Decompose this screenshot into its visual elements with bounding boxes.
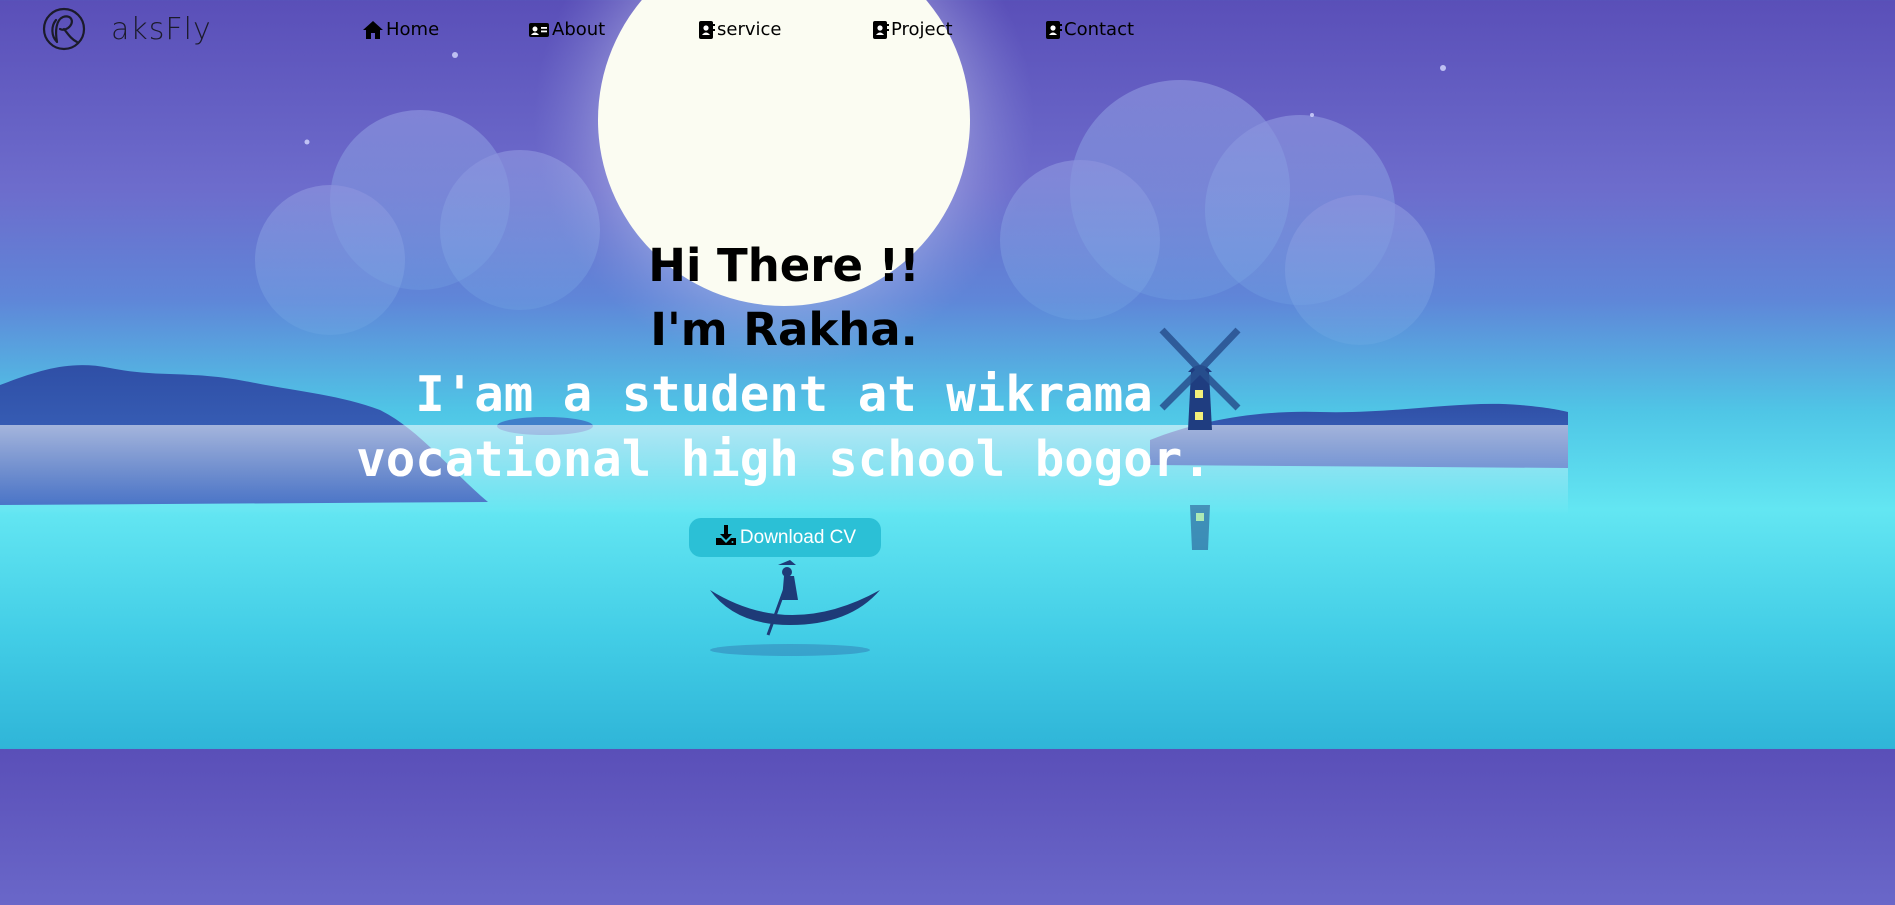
windmill-reflection: [1190, 505, 1210, 550]
nav-item-service[interactable]: service: [698, 19, 781, 40]
boat: [710, 560, 880, 636]
id-card-icon: [528, 21, 550, 39]
nav-item-contact[interactable]: Contact: [1045, 19, 1134, 40]
navbar: aksFly Home About service Project Contac…: [0, 0, 1568, 64]
download-cv-button[interactable]: Download CV: [689, 518, 881, 557]
nav-label-about: About: [552, 19, 606, 40]
nav-item-home[interactable]: Home: [362, 19, 439, 40]
contact-book-icon: [872, 20, 889, 40]
home-icon: [362, 20, 384, 40]
nav-label-project: Project: [891, 19, 953, 40]
contact-book-icon: [698, 20, 715, 40]
download-cv-label: Download CV: [739, 526, 857, 548]
nav-label-service: service: [717, 19, 782, 40]
nav-label-contact: Contact: [1064, 19, 1135, 40]
download-icon: [714, 523, 738, 553]
brand-name[interactable]: aksFly: [111, 12, 212, 47]
boat-reflection: [710, 644, 870, 656]
hero-name: I'm Rakha.: [650, 303, 918, 356]
nav-item-project[interactable]: Project: [872, 19, 953, 40]
hero-tagline: I'am a student at wikrama vocational hig…: [356, 366, 1212, 488]
hero-greeting: Hi There !!: [648, 239, 920, 292]
contact-book-icon: [1045, 20, 1062, 40]
hero-section: Hi There !! I'm Rakha. I'am a student at…: [0, 234, 1568, 492]
r-monogram-logo-icon[interactable]: [41, 6, 87, 52]
nav-item-about[interactable]: About: [528, 19, 605, 40]
nav-label-home: Home: [386, 19, 440, 40]
